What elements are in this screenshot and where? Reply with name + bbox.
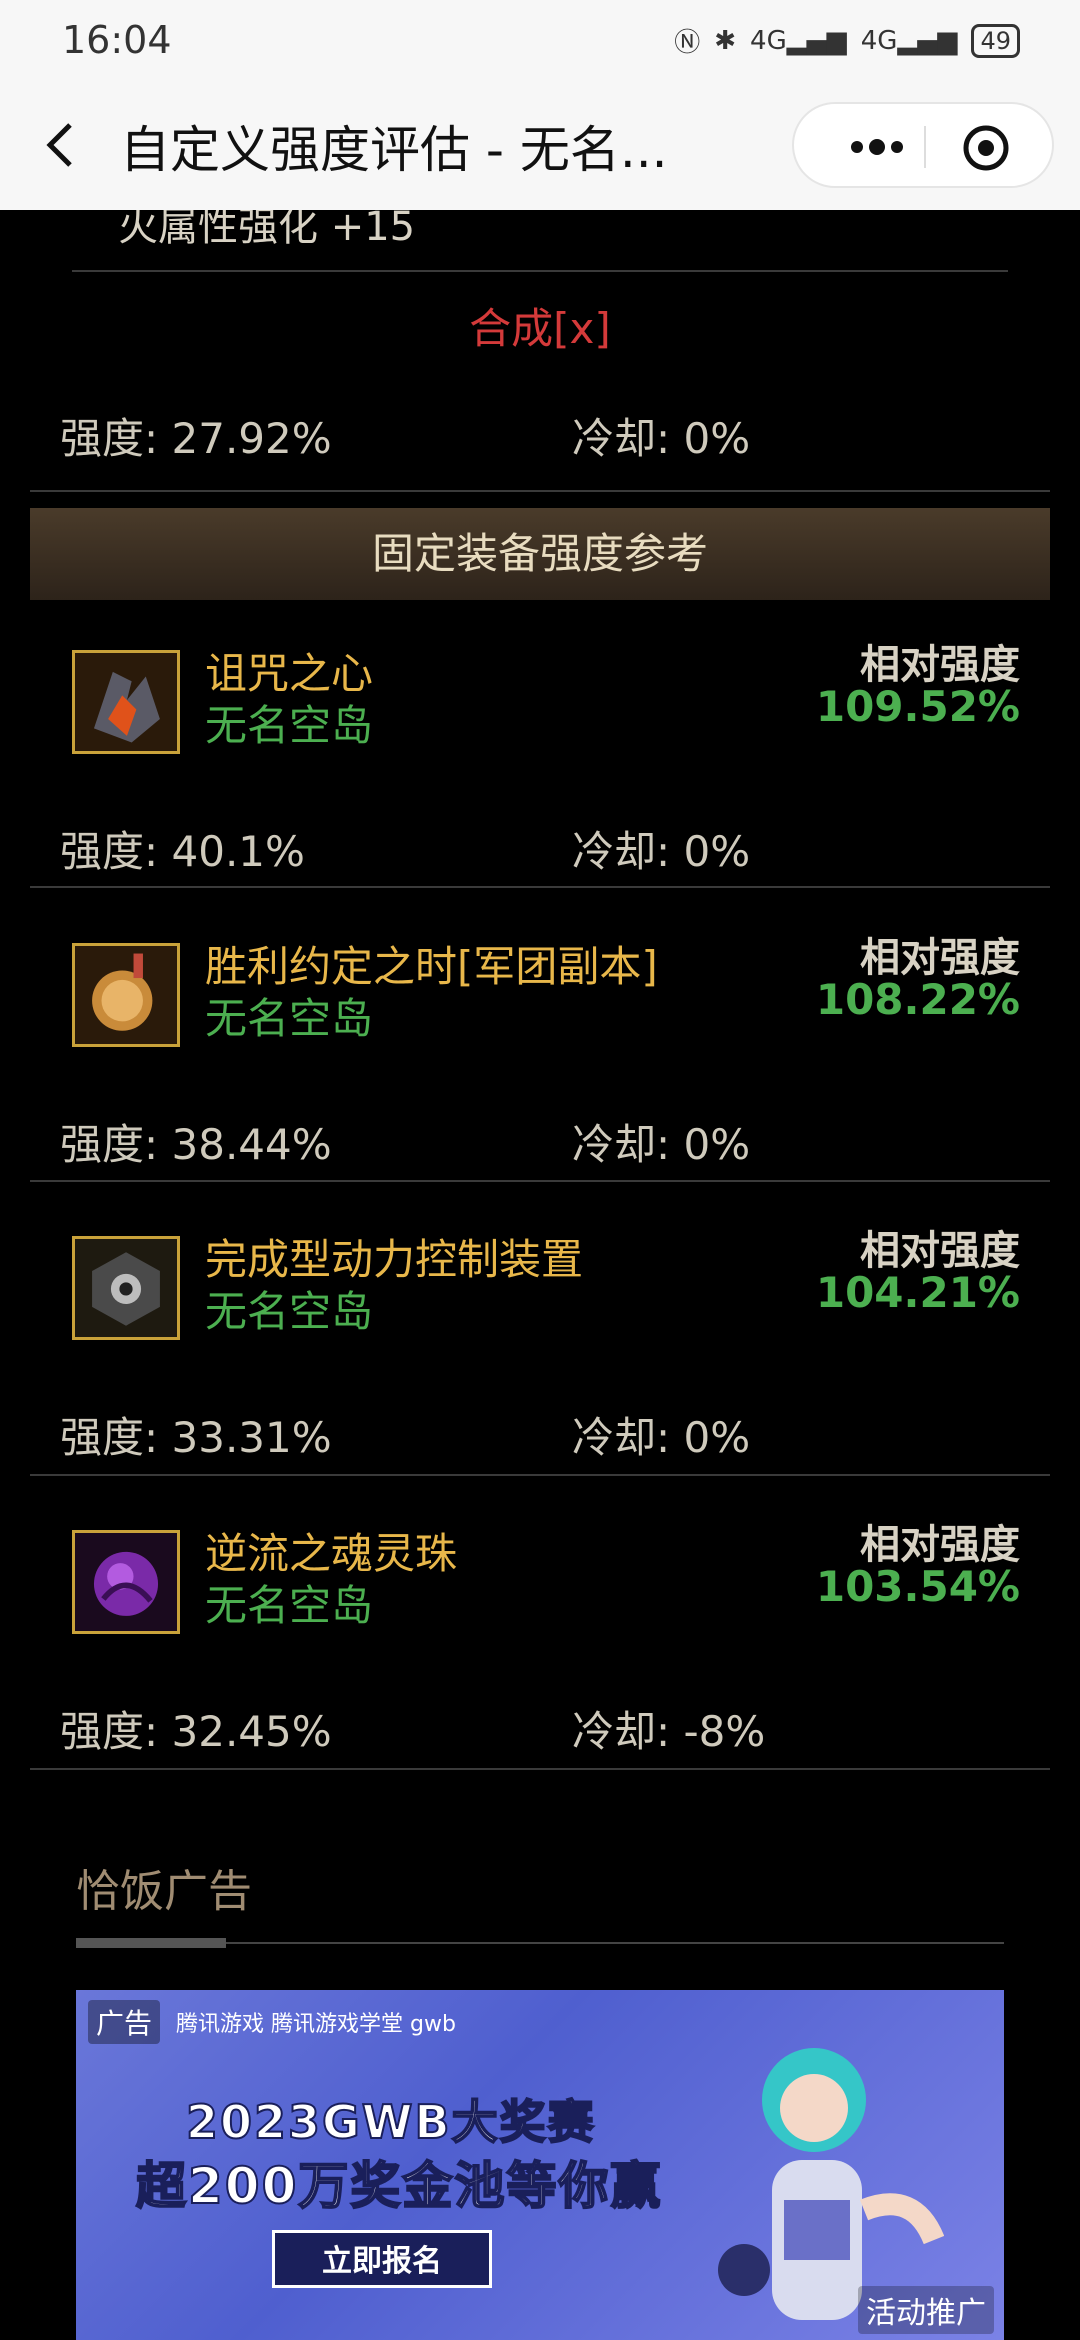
relative-strength-value: 109.52%: [815, 682, 1020, 731]
capsule-divider: [924, 126, 926, 168]
equipment-item[interactable]: 诅咒之心 无名空岛 相对强度 109.52% 强度: 40.1% 冷却: 0%: [0, 610, 1080, 900]
ad-promo-label: 活动推广: [858, 2286, 994, 2334]
equipment-item[interactable]: 胜利约定之时[军团副本] 无名空岛 相对强度 108.22% 强度: 38.44…: [0, 903, 1080, 1193]
divider: [30, 1474, 1050, 1476]
nfc-icon: Ⓝ: [674, 28, 701, 58]
status-bar: 16:04 Ⓝ ✱ 4G▂▄▆ 4G▂▄▆ 49: [0, 0, 1080, 80]
ad-section-title: 恰饭广告: [76, 1866, 252, 1917]
stat-row: 强度: 33.31% 冷却: 0%: [0, 1404, 1080, 1464]
cooldown-value: 冷却: 0%: [572, 414, 751, 463]
mini-program-capsule: [792, 102, 1054, 188]
divider: [72, 270, 1008, 272]
cursed-heart-icon: [72, 650, 180, 754]
close-target-icon[interactable]: [962, 124, 1010, 172]
item-source: 无名空岛: [205, 701, 374, 750]
item-source: 无名空岛: [205, 994, 374, 1043]
ad-tag: 广告: [88, 2000, 161, 2044]
ad-title-active-indicator: [76, 1938, 226, 1948]
truncated-attribute-line: 火属性强化 +15: [118, 210, 416, 250]
main-content[interactable]: 火属性强化 +15 合成[x] 强度: 27.92% 冷却: 0% 固定装备强度…: [0, 210, 1080, 2340]
item-source: 无名空岛: [205, 1581, 374, 1630]
cooldown-value: 冷却: 0%: [572, 1120, 751, 1169]
stat-row: 强度: 32.45% 冷却: -8%: [0, 1698, 1080, 1758]
ad-subheadline: 超200万奖金池等你赢: [135, 2156, 663, 2216]
power-device-icon: [72, 1236, 180, 1340]
cooldown-value: 冷却: 0%: [572, 827, 751, 876]
strength-value: 强度: 40.1%: [60, 827, 305, 876]
divider: [30, 886, 1050, 888]
relative-strength-value: 104.21%: [815, 1268, 1020, 1317]
stat-row: 强度: 38.44% 冷却: 0%: [0, 1111, 1080, 1171]
nav-bar: 自定义强度评估 - 无名...: [0, 80, 1080, 210]
bluetooth-icon: ✱: [714, 25, 737, 56]
ad-headline: 2023GWB大奖赛: [185, 2094, 596, 2150]
more-icon[interactable]: [832, 122, 922, 172]
strength-value: 强度: 38.44%: [60, 1120, 332, 1169]
synthesis-link[interactable]: 合成[x]: [0, 295, 1080, 356]
relative-strength-value: 103.54%: [815, 1562, 1020, 1611]
cooldown-value: 冷却: 0%: [572, 1413, 751, 1462]
strength-value: 强度: 32.45%: [60, 1707, 332, 1756]
ad-signup-button[interactable]: 立即报名: [272, 2230, 492, 2288]
divider: [30, 490, 1050, 492]
cooldown-value: 冷却: -8%: [572, 1707, 766, 1756]
status-time: 16:04: [62, 18, 172, 62]
victory-medal-icon: [72, 943, 180, 1047]
signal-icon-2: 4G▂▄▆: [860, 25, 958, 56]
divider: [30, 1768, 1050, 1770]
signal-icon-1: 4G▂▄▆: [750, 25, 847, 56]
fixed-equipment-header: 固定装备强度参考: [30, 508, 1050, 600]
equipment-item[interactable]: 完成型动力控制装置 无名空岛 相对强度 104.21% 强度: 33.31% 冷…: [0, 1196, 1080, 1486]
status-icons: Ⓝ ✱ 4G▂▄▆ 4G▂▄▆ 49: [674, 22, 1020, 59]
equipment-item[interactable]: 逆流之魂灵珠 无名空岛 相对强度 103.54% 强度: 32.45% 冷却: …: [0, 1490, 1080, 1780]
soul-orb-icon: [72, 1530, 180, 1634]
ad-sponsors: 腾讯游戏 腾讯游戏学堂 gwb: [176, 2012, 456, 2037]
ad-banner[interactable]: 广告 腾讯游戏 腾讯游戏学堂 gwb 2023GWB大奖赛 超200万奖金池等你…: [76, 1990, 1004, 2340]
strength-value: 强度: 27.92%: [60, 414, 332, 463]
divider: [30, 1180, 1050, 1182]
page-title: 自定义强度评估 - 无名...: [120, 121, 668, 179]
stat-row: 强度: 40.1% 冷却: 0%: [0, 818, 1080, 878]
battery-icon: 49: [971, 23, 1020, 58]
back-arrow-icon[interactable]: [40, 120, 80, 170]
item-source: 无名空岛: [205, 1287, 374, 1336]
stat-row: 强度: 27.92% 冷却: 0%: [0, 405, 1080, 465]
relative-strength-value: 108.22%: [815, 975, 1020, 1024]
strength-value: 强度: 33.31%: [60, 1413, 332, 1462]
